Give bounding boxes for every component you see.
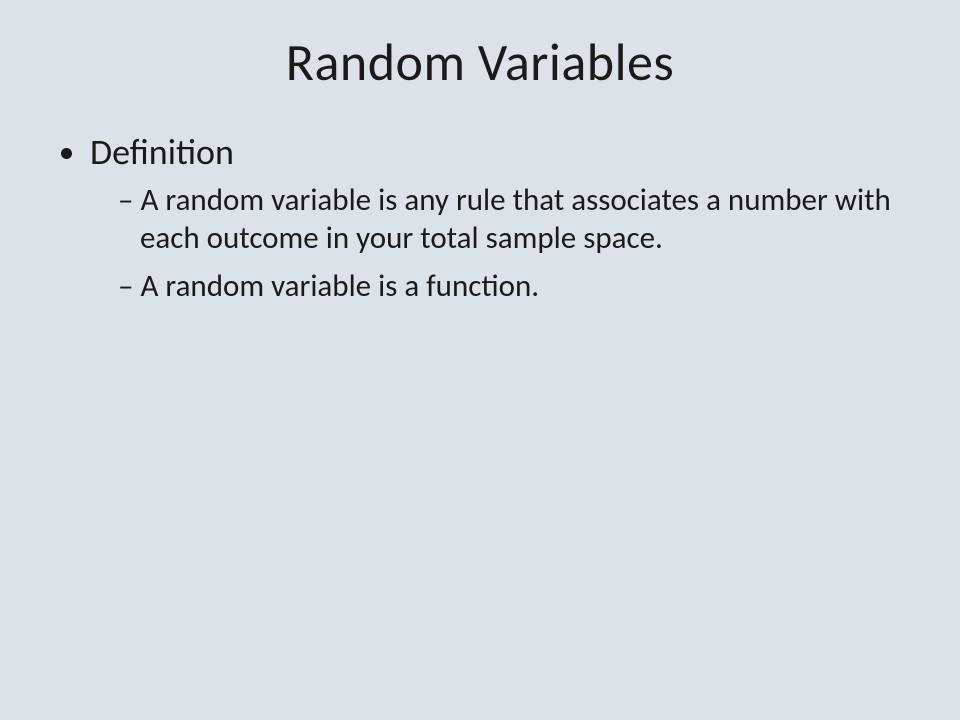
bullet-sub-2: A random variable is a function. — [118, 268, 910, 306]
bullet-sub-1: A random variable is any rule that assoc… — [118, 182, 910, 258]
bullet-main: Definition A random variable is any rule… — [90, 130, 910, 305]
slide-title: Random Variables — [50, 30, 910, 94]
bullet-list-level1: Definition A random variable is any rule… — [50, 130, 910, 305]
bullet-main-text: Definition — [90, 130, 234, 174]
bullet-list-level2: A random variable is any rule that assoc… — [90, 182, 910, 305]
slide: Random Variables Definition A random var… — [0, 0, 960, 720]
